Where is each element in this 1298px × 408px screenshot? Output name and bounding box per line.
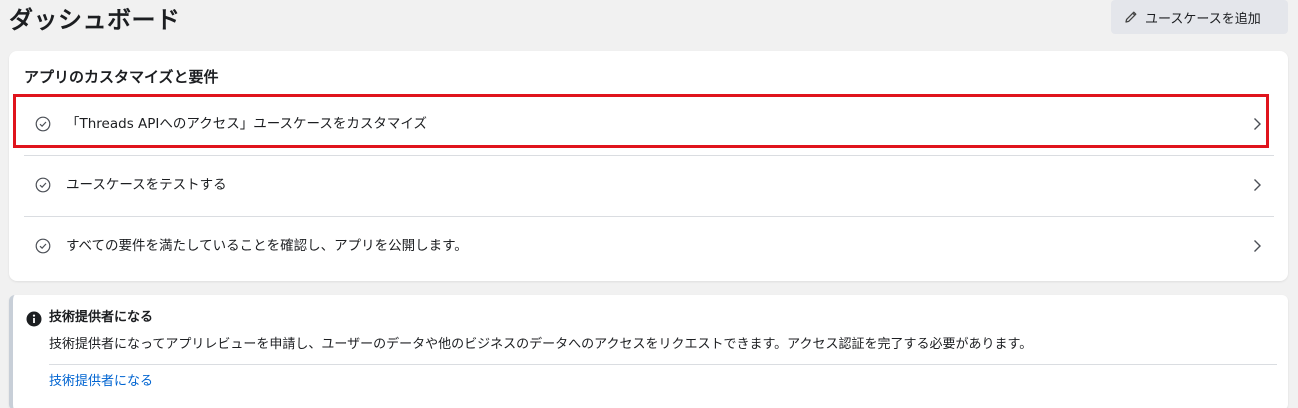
step-label: ユースケースをテストする	[66, 177, 227, 193]
step-label: すべての要件を満たしていることを確認し、アプリを公開します。	[66, 238, 468, 254]
check-circle-icon	[35, 238, 51, 254]
tech-provider-title: 技術提供者になる	[49, 310, 154, 325]
pencil-icon	[1125, 11, 1137, 23]
step-label: 「Threads APIへのアクセス」ユースケースをカスタマイズ	[66, 116, 427, 132]
step-customize-threads-usecase[interactable]: 「Threads APIへのアクセス」ユースケースをカスタマイズ	[24, 96, 1274, 152]
step-test-usecase[interactable]: ユースケースをテストする	[24, 157, 1274, 213]
step-publish-app[interactable]: すべての要件を満たしていることを確認し、アプリを公開します。	[24, 218, 1274, 274]
add-usecase-label: ユースケースを追加	[1145, 11, 1261, 27]
tech-provider-card: 技術提供者になる 技術提供者になってアプリレビューを申請し、ユーザーのデータや他…	[9, 295, 1288, 408]
info-icon	[26, 311, 42, 327]
chevron-right-icon	[1254, 118, 1261, 130]
check-circle-icon	[35, 177, 51, 193]
info-divider	[49, 364, 1277, 365]
page-title: ダッシュボード	[9, 6, 181, 34]
check-circle-icon	[35, 116, 51, 132]
chevron-right-icon	[1254, 179, 1261, 191]
become-tech-provider-link[interactable]: 技術提供者になる	[49, 373, 153, 391]
row-divider	[24, 155, 1274, 156]
customize-requirements-card: アプリのカスタマイズと要件 「Threads APIへのアクセス」ユースケースを…	[9, 51, 1288, 281]
tech-provider-description: 技術提供者になってアプリレビューを申請し、ユーザーのデータや他のビジネスのデータ…	[49, 337, 1033, 352]
page-header: ダッシュボード ユースケースを追加	[0, 0, 1298, 44]
card-title: アプリのカスタマイズと要件	[24, 68, 219, 86]
dashboard-page: ダッシュボード ユースケースを追加 アプリのカスタマイズと要件 「Threads…	[0, 0, 1298, 408]
chevron-right-icon	[1254, 240, 1261, 252]
row-divider	[24, 216, 1274, 217]
add-usecase-button[interactable]: ユースケースを追加	[1111, 0, 1288, 34]
